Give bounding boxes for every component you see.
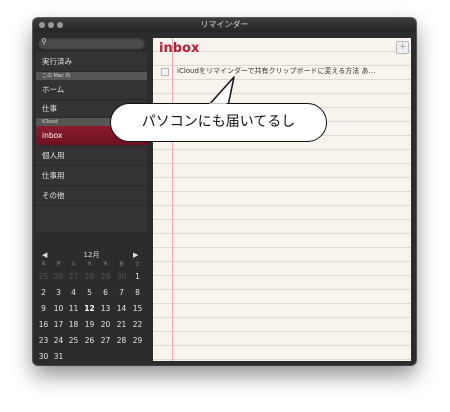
calendar-day[interactable]: 29 — [98, 272, 113, 281]
calendar-day[interactable]: 21 — [114, 320, 129, 329]
calendar-day[interactable]: 20 — [98, 320, 113, 329]
weekday-label: 木 — [103, 262, 108, 267]
calendar-day[interactable]: 4 — [66, 288, 81, 297]
calendar-day[interactable]: 15 — [130, 304, 145, 313]
calendar-day[interactable]: 25 — [36, 272, 51, 281]
calendar-day[interactable]: 8 — [130, 288, 145, 297]
calendar-day[interactable]: 25 — [66, 336, 81, 345]
calendar-day[interactable]: 26 — [51, 272, 66, 281]
search-field[interactable]: ⚲ — [38, 37, 145, 49]
sidebar-item-business[interactable]: 仕事用 — [36, 166, 147, 186]
weekday-label: 日 — [41, 262, 46, 267]
calendar-day[interactable]: 27 — [98, 336, 113, 345]
calendar-day[interactable]: 5 — [82, 288, 97, 297]
weekday-label: 水 — [87, 262, 92, 267]
weekday-label: 月 — [56, 262, 61, 267]
calendar-day[interactable]: 26 — [82, 336, 97, 345]
list-title: inbox — [159, 41, 200, 56]
calendar-day[interactable]: 1 — [130, 272, 145, 281]
calendar-day[interactable]: 22 — [130, 320, 145, 329]
add-reminder-button[interactable]: + — [396, 41, 409, 54]
calendar-month: 12月 — [83, 251, 100, 259]
calendar-day[interactable]: 23 — [36, 336, 51, 345]
sidebar-item-personal[interactable]: 個人用 — [36, 146, 147, 166]
mini-calendar: ◀ 12月 ▶ 日月火水木金土 25 26 27 28 29 30 1 2 3 4 5 6 7 8 9 10 11… — [36, 249, 147, 365]
search-icon: ⚲ — [41, 37, 47, 46]
calendar-day[interactable]: 31 — [51, 352, 66, 361]
sidebar-item-completed[interactable]: 実行済み — [36, 52, 147, 72]
calendar-day[interactable]: 29 — [130, 336, 145, 345]
calendar-day[interactable]: 7 — [114, 288, 129, 297]
calendar-day[interactable]: 19 — [82, 320, 97, 329]
calendar-day[interactable]: 12 — [82, 304, 97, 313]
calendar-day[interactable]: 30 — [114, 272, 129, 281]
calendar-day[interactable]: 17 — [51, 320, 66, 329]
calendar-day[interactable]: 9 — [36, 304, 51, 313]
calendar-day[interactable]: 16 — [36, 320, 51, 329]
calendar-day[interactable]: 11 — [66, 304, 81, 313]
calendar-day[interactable]: 3 — [51, 288, 66, 297]
title-bar: リマインダー — [33, 18, 416, 32]
window-title: リマインダー — [200, 20, 249, 29]
calendar-day[interactable]: 28 — [114, 336, 129, 345]
calendar-day[interactable]: 14 — [114, 304, 129, 313]
calendar-day[interactable]: 24 — [51, 336, 66, 345]
next-month-icon[interactable]: ▶ — [133, 249, 138, 261]
weekday-label: 火 — [71, 262, 76, 267]
sidebar-item-other[interactable]: その他 — [36, 186, 147, 206]
calendar-day[interactable]: 10 — [51, 304, 66, 313]
annotation-text: パソコンにも届いてるし — [110, 103, 327, 142]
calendar-day[interactable]: 30 — [36, 352, 51, 361]
calendar-header: ◀ 12月 ▶ — [36, 249, 147, 261]
weekday-label: 土 — [135, 262, 140, 267]
calendar-day[interactable]: 18 — [66, 320, 81, 329]
calendar-day[interactable]: 27 — [66, 272, 81, 281]
calendar-day[interactable]: 2 — [36, 288, 51, 297]
reminders-window: リマインダー ⚲ 実行済み この Mac 内 ホーム 仕事 iCloud inb… — [33, 18, 416, 365]
calendar-day[interactable]: 28 — [82, 272, 97, 281]
weekday-label: 金 — [119, 262, 124, 267]
calendar-day[interactable]: 6 — [98, 288, 113, 297]
calendar-day[interactable]: 13 — [98, 304, 113, 313]
